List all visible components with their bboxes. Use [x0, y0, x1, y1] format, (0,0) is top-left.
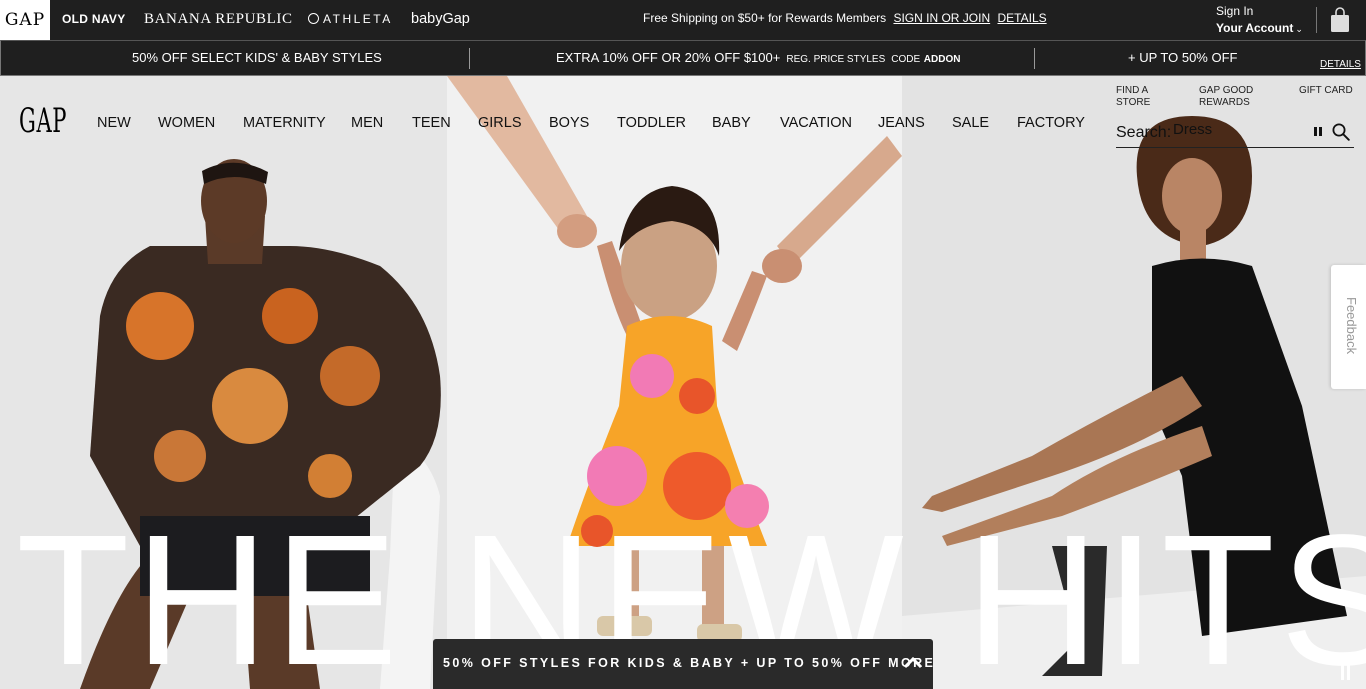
- shipping-banner: Free Shipping on $50+ for Rewards Member…: [643, 0, 1047, 37]
- feedback-label: Feedback: [1344, 297, 1359, 355]
- search-bar: Search:: [1116, 114, 1354, 148]
- promo-details-link[interactable]: DETAILS: [1320, 59, 1361, 70]
- promo-divider: [469, 48, 470, 69]
- athleta-logo-icon: [308, 13, 319, 24]
- promo-bar: 50% OFF SELECT KIDS' & BABY STYLES EXTRA…: [0, 40, 1366, 76]
- shipping-text: Free Shipping on $50+ for Rewards Member…: [643, 11, 887, 25]
- account-menu[interactable]: Sign In Your Account ⌄: [1216, 3, 1303, 38]
- promo-divider: [1034, 48, 1035, 69]
- promo-up-to-50[interactable]: + UP TO 50% OFF: [1128, 41, 1237, 75]
- brand-banana-republic-link[interactable]: BANANA REPUBLIC: [144, 0, 293, 40]
- find-store-link[interactable]: FIND A STORE: [1116, 85, 1176, 109]
- promo-extra-off-small: REG. PRICE STYLES: [786, 54, 886, 65]
- promo-kids-baby[interactable]: 50% OFF SELECT KIDS' & BABY STYLES: [132, 41, 382, 75]
- nav-vacation[interactable]: VACATION: [780, 112, 852, 134]
- search-input[interactable]: [1173, 114, 1308, 144]
- shipping-details-link[interactable]: DETAILS: [998, 11, 1047, 25]
- account-sign-in-label: Sign In: [1216, 4, 1254, 18]
- nav-boys[interactable]: BOYS: [549, 112, 589, 134]
- promo-drawer[interactable]: 50% OFF STYLES FOR KIDS & BABY + UP TO 5…: [433, 639, 933, 689]
- promo-extra-off[interactable]: EXTRA 10% OFF OR 20% OFF $100+ REG. PRICE…: [556, 41, 960, 77]
- nav-sale[interactable]: SALE: [952, 112, 989, 134]
- nav-toddler[interactable]: TODDLER: [617, 112, 686, 134]
- brand-athleta-link[interactable]: ATHLETA: [308, 0, 393, 40]
- brand-babygap-link[interactable]: babyGap: [411, 0, 470, 40]
- promo-code-value: ADDON: [923, 54, 961, 65]
- your-account-button[interactable]: Your Account ⌄: [1216, 20, 1303, 38]
- nav-women[interactable]: WOMEN: [158, 112, 215, 134]
- hero-pause-icon[interactable]: [1341, 662, 1351, 680]
- search-icon[interactable]: [1332, 123, 1350, 141]
- nav-teen[interactable]: TEEN: [412, 112, 451, 134]
- gap-logo[interactable]: GAP: [19, 101, 67, 141]
- promo-extra-off-main: EXTRA 10% OFF OR 20% OFF $100+: [556, 50, 781, 65]
- gap-good-rewards-link[interactable]: GAP GOOD REWARDS: [1199, 85, 1269, 109]
- brand-old-navy-link[interactable]: OLD NAVY: [62, 0, 126, 40]
- promo-code-label: CODE: [891, 54, 921, 65]
- pause-icon[interactable]: [1314, 127, 1322, 136]
- nav-baby[interactable]: BABY: [712, 112, 751, 134]
- search-label: Search:: [1116, 124, 1172, 141]
- shopping-bag-icon[interactable]: [1330, 7, 1350, 33]
- brand-bar: GAP OLD NAVY BANANA REPUBLIC ATHLETA bab…: [0, 0, 1366, 40]
- brand-gap-tab[interactable]: GAP: [0, 0, 50, 40]
- gift-card-link[interactable]: GIFT CARD: [1299, 85, 1353, 97]
- promo-drawer-text: 50% OFF STYLES FOR KIDS & BABY + UP TO 5…: [443, 656, 936, 670]
- nav-new[interactable]: NEW: [97, 112, 131, 134]
- nav-maternity[interactable]: MATERNITY: [243, 112, 326, 134]
- nav-girls[interactable]: GIRLS: [478, 112, 522, 134]
- nav-men[interactable]: MEN: [351, 112, 383, 134]
- sign-in-join-link[interactable]: SIGN IN OR JOIN: [893, 11, 990, 25]
- nav-factory[interactable]: FACTORY: [1017, 112, 1085, 134]
- nav-jeans[interactable]: JEANS: [878, 112, 925, 134]
- feedback-tab[interactable]: Feedback: [1331, 265, 1366, 389]
- athleta-label: ATHLETA: [323, 12, 393, 26]
- divider: [1316, 7, 1317, 33]
- chevron-down-icon: ⌄: [1295, 24, 1303, 34]
- your-account-label: Your Account: [1216, 21, 1294, 35]
- chevron-up-icon: [903, 656, 923, 669]
